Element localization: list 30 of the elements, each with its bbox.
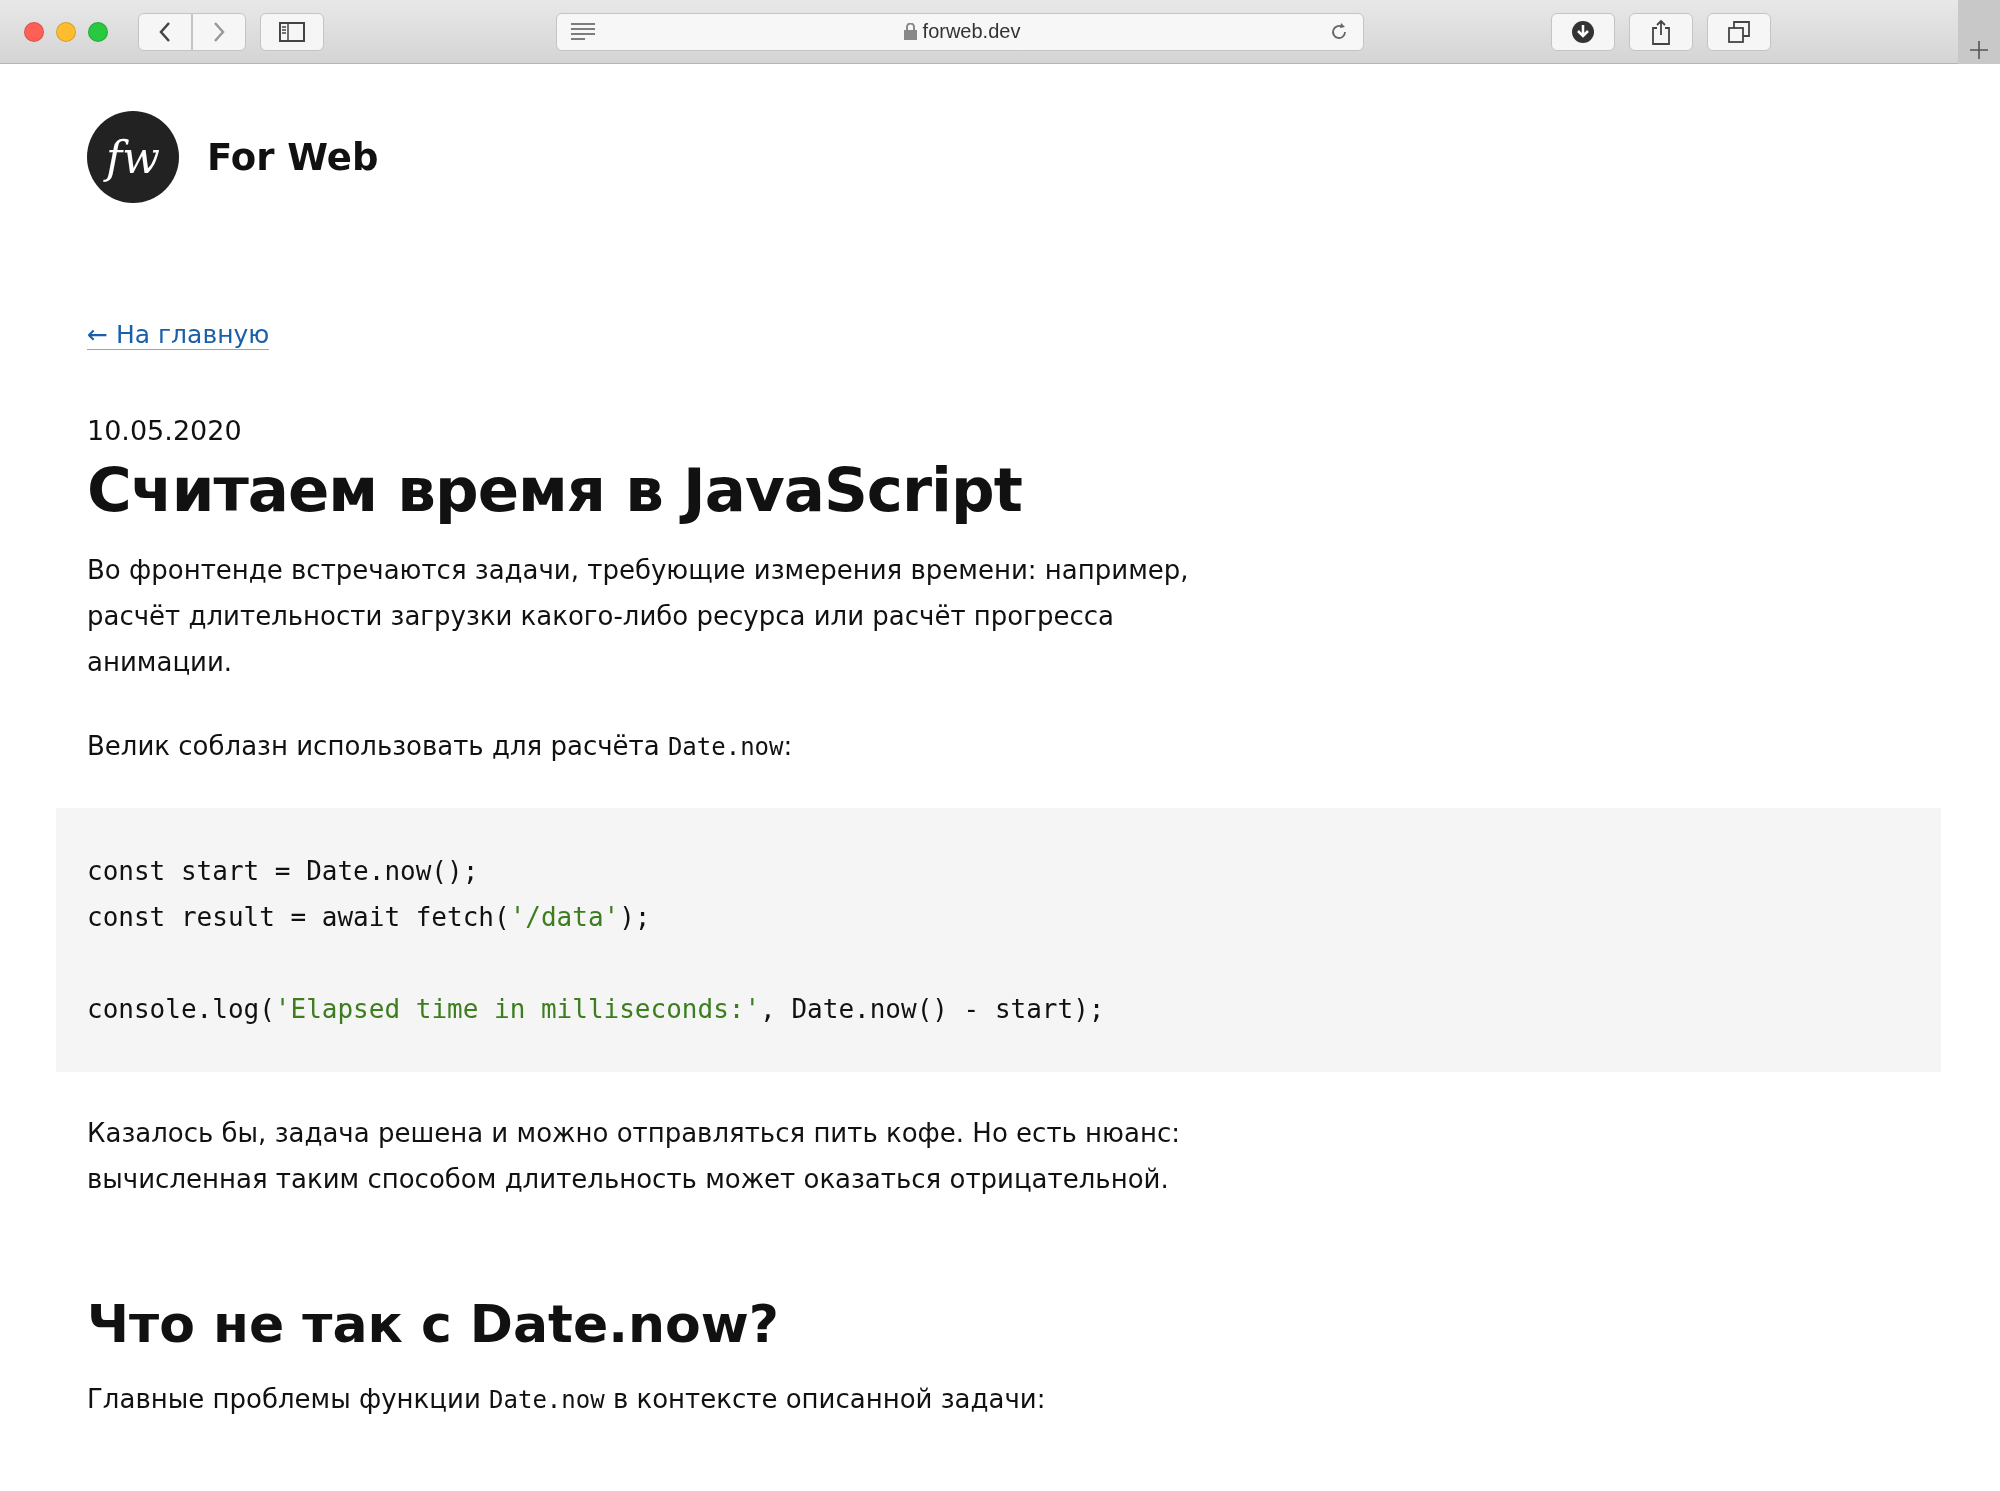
back-button[interactable] <box>138 12 192 51</box>
tabs-icon <box>1728 20 1750 43</box>
paragraph: Во фронтенде встречаются задачи, требующие измерения времени: например, расчёт длительности загрузки какого-либо ресурса или расчёт прогресса анимации. <box>87 554 1190 679</box>
paragraph: Главные проблемы функции Date.now в контексте описанной задачи: <box>87 1383 1047 1416</box>
share-button[interactable] <box>1629 12 1693 51</box>
sidebar-icon <box>279 21 305 42</box>
reader-icon[interactable] <box>571 22 595 41</box>
download-button[interactable] <box>1551 12 1615 51</box>
section-heading: Что не так с Date.now? <box>87 1294 780 1354</box>
lock-icon <box>903 23 917 40</box>
new-tab-button[interactable] <box>1958 0 2000 64</box>
chevron-left-icon <box>158 20 172 43</box>
article-date: 10.05.2020 <box>87 415 243 446</box>
download-icon <box>1571 19 1595 44</box>
site-logo[interactable]: fw <box>87 111 179 203</box>
article-title: Считаем время в JavaScript <box>87 454 1023 525</box>
paragraph: Велик соблазн использовать для расчёта Date.now: <box>87 730 794 763</box>
code-block: const start = Date.now(); const result = await fetch('/data'); console.log('Elapsed time in milliseconds:', Date.now() - start); <box>56 808 1941 1072</box>
site-name: For Web <box>207 135 379 179</box>
home-link[interactable]: ← На главную <box>87 320 270 350</box>
sidebar-button[interactable] <box>260 12 324 51</box>
share-icon <box>1651 18 1671 45</box>
paragraph: Казалось бы, задача решена и можно отправляться пить кофе. Но есть нюанс: вычисленная таким способом длительность может оказаться отрицательной. <box>87 1117 1181 1196</box>
address-bar[interactable]: forweb.dev <box>556 12 1364 51</box>
tabs-button[interactable] <box>1707 12 1771 51</box>
plus-icon <box>1969 39 1989 60</box>
chevron-right-icon <box>212 20 226 43</box>
url-text: forweb.dev <box>922 20 1021 43</box>
reload-icon[interactable] <box>1329 21 1349 42</box>
close-button[interactable] <box>24 21 44 42</box>
